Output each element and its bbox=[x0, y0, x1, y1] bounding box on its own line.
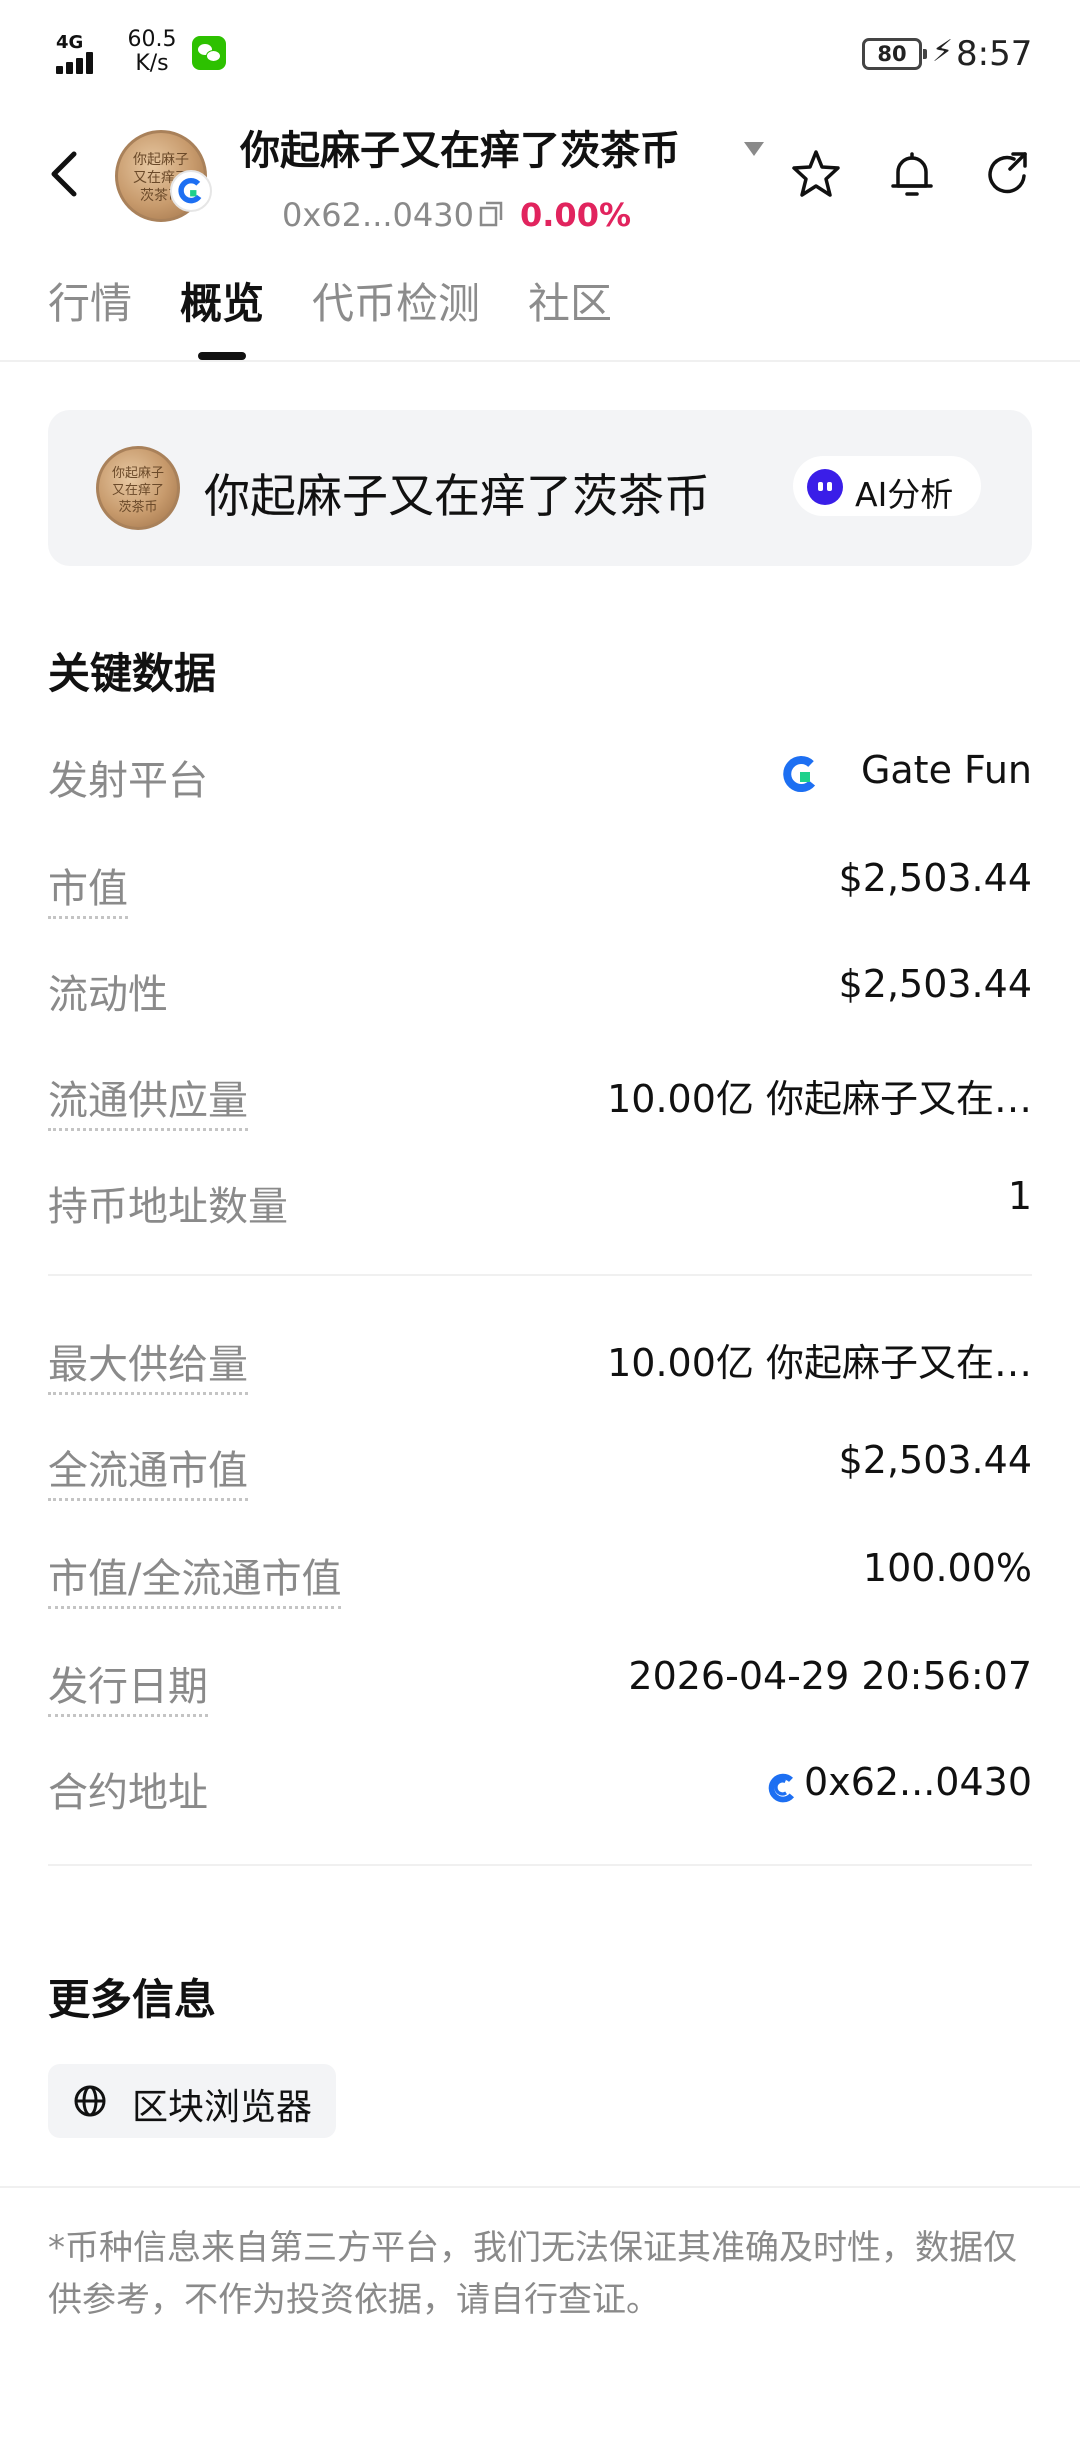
key-data-title: 关键数据 bbox=[48, 649, 217, 698]
gate-fun-badge-icon bbox=[170, 170, 212, 212]
block-explorer-button[interactable]: 区块浏览器 bbox=[48, 2064, 336, 2138]
network-speed: 60.5 K/s bbox=[124, 28, 180, 76]
row-value: 10.00亿 你起麻子又在… bbox=[607, 1077, 1032, 1121]
row-value[interactable]: 0x62...0430 bbox=[804, 1760, 1032, 1804]
row-cap-ratio: 市值/全流通市值 100.00% bbox=[48, 1542, 1032, 1609]
network-speed-unit: K/s bbox=[135, 51, 169, 76]
row-value: 10.00亿 你起麻子又在… bbox=[607, 1341, 1032, 1385]
divider bbox=[48, 1274, 1032, 1276]
row-label[interactable]: 市值/全流通市值 bbox=[48, 1546, 342, 1609]
row-value: 2026-04-29 20:56:07 bbox=[628, 1654, 1032, 1698]
bell-icon[interactable] bbox=[884, 146, 940, 202]
row-fully-diluted-cap: 全流通市值 $2,503.44 bbox=[48, 1434, 1032, 1501]
ai-analysis-button[interactable]: AI分析 bbox=[793, 456, 981, 516]
status-bar: 4G 60.5 K/s 80 ⚡ 8:57 bbox=[0, 0, 1080, 110]
signal-icon bbox=[56, 52, 104, 74]
clock: 8:57 bbox=[956, 34, 1033, 74]
token-name: 你起麻子又在痒了茨茶币 bbox=[204, 469, 710, 523]
wechat-notification-icon bbox=[192, 36, 226, 70]
row-value: 100.00% bbox=[862, 1546, 1032, 1590]
divider bbox=[0, 2186, 1080, 2188]
row-contract-address: 合约地址 0x62...0430 bbox=[48, 1756, 1032, 1816]
row-liquidity: 流动性 $2,503.44 bbox=[48, 958, 1032, 1018]
copy-icon[interactable] bbox=[478, 200, 504, 228]
row-label[interactable]: 最大供给量 bbox=[48, 1332, 248, 1395]
row-issue-date: 发行日期 2026-04-29 20:56:07 bbox=[48, 1650, 1032, 1717]
chevron-down-icon[interactable] bbox=[744, 142, 764, 156]
row-market-cap: 市值 $2,503.44 bbox=[48, 852, 1032, 919]
token-avatar: 你起麻子又在痒了茨茶币 bbox=[96, 446, 180, 530]
battery-icon: 80 bbox=[862, 38, 927, 70]
network-speed-value: 60.5 bbox=[127, 27, 177, 52]
ai-icon bbox=[807, 469, 843, 505]
tab-community[interactable]: 社区 bbox=[528, 270, 612, 331]
charging-icon: ⚡ bbox=[932, 34, 954, 69]
ai-analysis-label: AI分析 bbox=[855, 475, 954, 514]
row-label: 持币地址数量 bbox=[48, 1184, 288, 1230]
row-value: $2,503.44 bbox=[838, 1438, 1032, 1482]
divider bbox=[0, 360, 1080, 362]
row-holders: 持币地址数量 1 bbox=[48, 1170, 1032, 1230]
row-label: 合约地址 bbox=[48, 1770, 208, 1816]
row-value[interactable]: Gate Fun bbox=[861, 748, 1032, 792]
token-avatar-text: 你起麻子又在痒了茨茶币 bbox=[111, 466, 164, 515]
price-change: 0.00% bbox=[520, 196, 632, 234]
row-launch-platform: 发射平台 Gate Fun bbox=[48, 744, 1032, 804]
row-value: $2,503.44 bbox=[838, 856, 1032, 900]
gate-fun-logo-icon bbox=[768, 1773, 795, 1803]
active-tab-indicator bbox=[198, 352, 246, 360]
contract-address: 0x62...0430 bbox=[282, 196, 474, 234]
row-label[interactable]: 流通供应量 bbox=[48, 1068, 248, 1131]
row-label: 流动性 bbox=[48, 972, 168, 1018]
row-label[interactable]: 全流通市值 bbox=[48, 1438, 248, 1501]
gate-fun-logo-icon bbox=[783, 756, 816, 793]
tab-market[interactable]: 行情 bbox=[48, 270, 132, 331]
row-circulating-supply: 流通供应量 10.00亿 你起麻子又在… bbox=[48, 1064, 1032, 1131]
token-title[interactable]: 你起麻子又在痒了茨茶币 bbox=[240, 118, 680, 176]
row-value: 1 bbox=[1007, 1174, 1032, 1218]
more-info-title: 更多信息 bbox=[48, 1975, 217, 2024]
row-label: 发射平台 bbox=[48, 758, 208, 804]
globe-icon bbox=[74, 2085, 106, 2117]
back-arrow-icon[interactable] bbox=[42, 146, 88, 202]
tab-token-check[interactable]: 代币检测 bbox=[312, 270, 480, 331]
row-label[interactable]: 发行日期 bbox=[48, 1654, 208, 1717]
token-card: 你起麻子又在痒了茨茶币 你起麻子又在痒了茨茶币 AI分析 bbox=[48, 410, 1032, 566]
block-explorer-label: 区块浏览器 bbox=[132, 2087, 313, 2128]
disclaimer-text: *币种信息来自第三方平台，我们无法保证其准确及时性，数据仅供参考，不作为投资依据… bbox=[48, 2228, 1017, 2320]
tab-bar: 行情 概览 代币检测 社区 bbox=[0, 270, 1080, 362]
share-icon[interactable] bbox=[980, 146, 1036, 202]
row-label[interactable]: 市值 bbox=[48, 856, 128, 919]
row-value: $2,503.44 bbox=[838, 962, 1032, 1006]
network-type: 4G bbox=[56, 32, 84, 53]
tab-overview[interactable]: 概览 bbox=[180, 270, 264, 331]
divider bbox=[48, 1864, 1032, 1866]
star-icon[interactable] bbox=[788, 146, 844, 202]
row-max-supply: 最大供给量 10.00亿 你起麻子又在… bbox=[48, 1328, 1032, 1395]
